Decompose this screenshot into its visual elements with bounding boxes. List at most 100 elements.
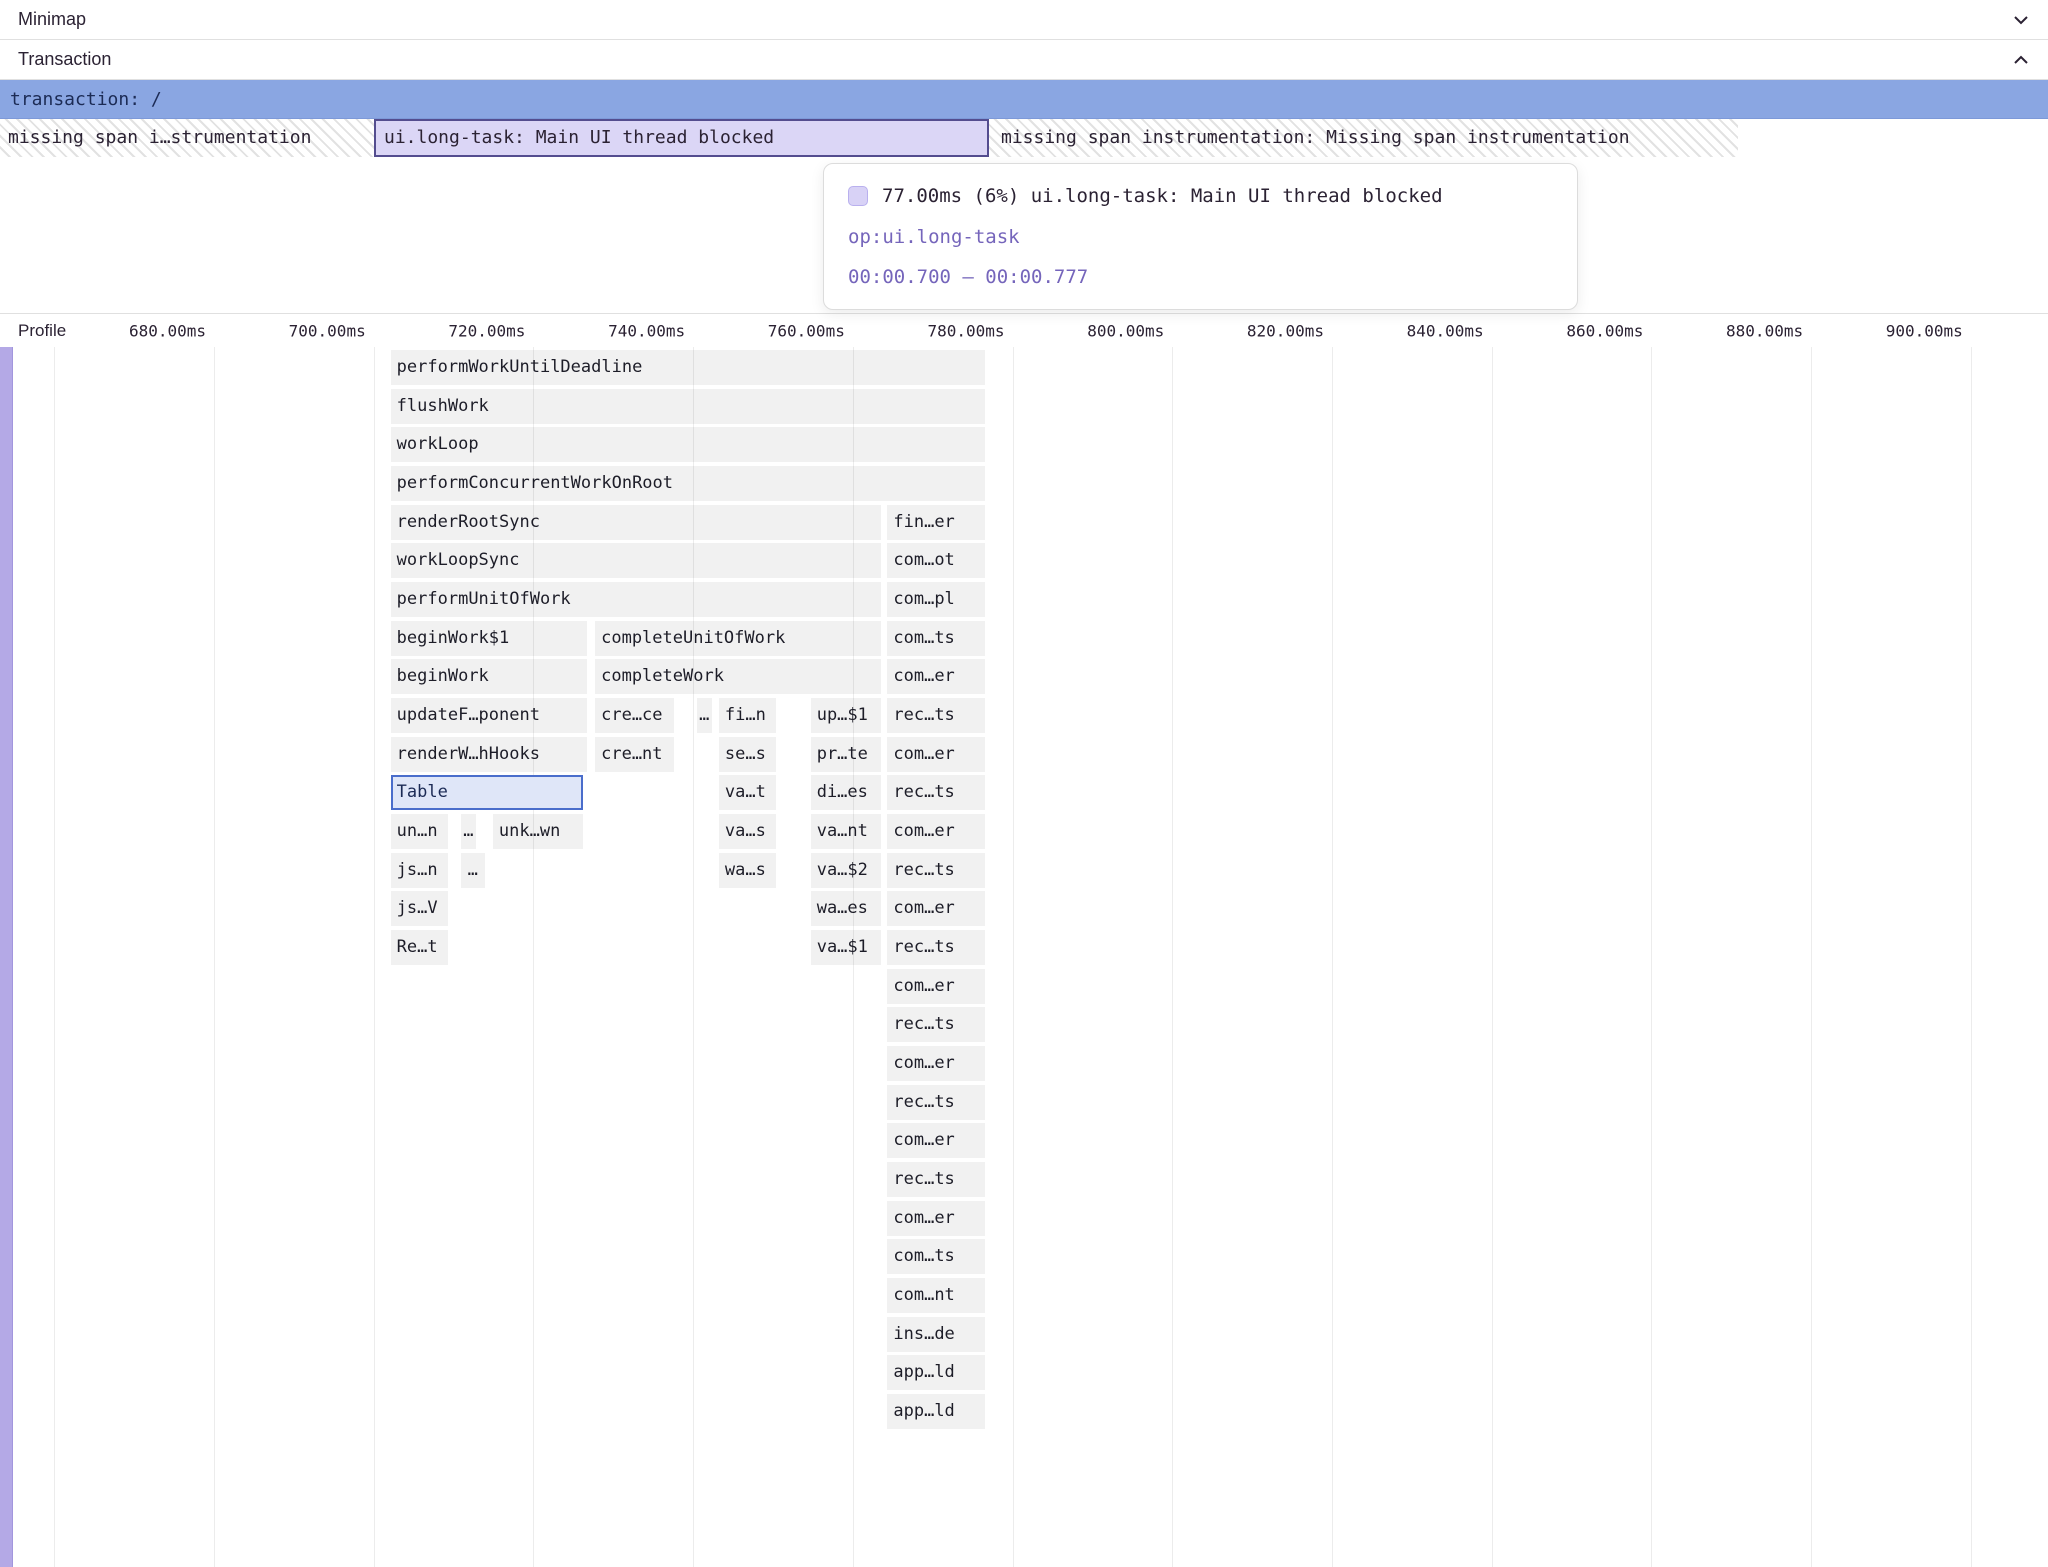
profile-header: Profile 680.00ms700.00ms720.00ms740.00ms…: [0, 313, 2048, 347]
minimap-section-header[interactable]: Minimap: [0, 0, 2048, 40]
transaction-row-label: transaction: /: [10, 89, 162, 110]
time-tick-label: 880.00ms: [1726, 321, 1803, 340]
flame-frame[interactable]: com…er: [887, 659, 985, 694]
transaction-section-header[interactable]: Transaction: [0, 40, 2048, 80]
selected-span[interactable]: ui.long-task: Main UI thread blocked: [374, 119, 989, 157]
flame-frame[interactable]: rec…ts: [887, 775, 985, 810]
flame-frame[interactable]: rec…ts: [887, 698, 985, 733]
flame-frame[interactable]: se…s: [719, 737, 776, 772]
tooltip-range: 00:00.700 — 00:00.777: [848, 266, 1088, 288]
flame-frame[interactable]: …: [461, 814, 476, 849]
gridline: [1492, 347, 1493, 1567]
flame-frame[interactable]: cre…ce: [595, 698, 674, 733]
flame-frame[interactable]: va…$2: [811, 853, 882, 888]
flame-frame[interactable]: js…n: [391, 853, 448, 888]
flame-frame[interactable]: flushWork: [391, 389, 986, 424]
flame-frame[interactable]: completeWork: [595, 659, 881, 694]
flame-frame[interactable]: completeUnitOfWork: [595, 621, 881, 656]
flame-frame[interactable]: Re…t: [391, 930, 448, 965]
profiler-view: Minimap Transaction transaction: / missi…: [0, 0, 2048, 1567]
span-color-swatch-icon: [848, 186, 868, 206]
flame-frame[interactable]: com…pl: [887, 582, 985, 617]
flame-frame[interactable]: …: [461, 853, 485, 888]
flamegraph: performWorkUntilDeadlineflushWorkworkLoo…: [0, 347, 2048, 1567]
flame-frame[interactable]: fi…n: [719, 698, 776, 733]
gridline: [533, 347, 534, 1567]
transaction-row[interactable]: transaction: /: [0, 80, 2048, 119]
gridline: [1013, 347, 1014, 1567]
flame-frame[interactable]: wa…s: [719, 853, 776, 888]
flame-frame[interactable]: ins…de: [887, 1317, 985, 1352]
flame-frame[interactable]: workLoop: [391, 427, 986, 462]
flame-frame[interactable]: com…ts: [887, 1239, 985, 1274]
time-tick-label: 720.00ms: [448, 321, 525, 340]
flame-frame[interactable]: com…er: [887, 1123, 985, 1158]
flame-frame[interactable]: …: [697, 698, 713, 733]
gridline: [214, 347, 215, 1567]
flame-frame[interactable]: rec…ts: [887, 1162, 985, 1197]
flame-frame[interactable]: performUnitOfWork: [391, 582, 882, 617]
time-tick-label: 680.00ms: [129, 321, 206, 340]
span-tooltip: 77.00ms (6%) ui.long-task: Main UI threa…: [823, 163, 1578, 310]
time-tick-label: 860.00ms: [1566, 321, 1643, 340]
time-tick-label: 820.00ms: [1247, 321, 1324, 340]
flame-frame[interactable]: renderRootSync: [391, 505, 882, 540]
time-tick-label: 740.00ms: [608, 321, 685, 340]
tooltip-title: 77.00ms (6%) ui.long-task: Main UI threa…: [882, 185, 1443, 207]
flame-frame[interactable]: com…nt: [887, 1278, 985, 1313]
flame-frame[interactable]: cre…nt: [595, 737, 674, 772]
gridline: [1172, 347, 1173, 1567]
flame-frame[interactable]: unk…wn: [493, 814, 583, 849]
flame-frame[interactable]: com…er: [887, 969, 985, 1004]
flame-frame[interactable]: com…er: [887, 737, 985, 772]
flame-frame[interactable]: pr…te: [811, 737, 882, 772]
flame-frame[interactable]: rec…ts: [887, 1085, 985, 1120]
transaction-label: Transaction: [18, 49, 111, 70]
flame-frame[interactable]: com…er: [887, 814, 985, 849]
gridline: [693, 347, 694, 1567]
time-tick-label: 900.00ms: [1886, 321, 1963, 340]
flame-frame[interactable]: performWorkUntilDeadline: [391, 350, 986, 385]
flame-frame[interactable]: app…ld: [887, 1355, 985, 1390]
flame-frame[interactable]: com…er: [887, 1046, 985, 1081]
spans-row: missing span i…strumentation ui.long-tas…: [0, 119, 2048, 157]
flame-frame[interactable]: un…n: [391, 814, 448, 849]
time-tick-label: 760.00ms: [768, 321, 845, 340]
flame-frame[interactable]: workLoopSync: [391, 543, 882, 578]
flame-frame[interactable]: app…ld: [887, 1394, 985, 1429]
time-tick-label: 780.00ms: [927, 321, 1004, 340]
minimap-label: Minimap: [18, 9, 86, 30]
flame-frame[interactable]: Table: [391, 775, 583, 810]
flame-frame[interactable]: va…$1: [811, 930, 882, 965]
time-tick-label: 800.00ms: [1087, 321, 1164, 340]
flame-frame[interactable]: beginWork$1: [391, 621, 587, 656]
chevron-down-icon[interactable]: [2010, 9, 2032, 31]
time-tick-label: 840.00ms: [1407, 321, 1484, 340]
missing-span-left[interactable]: missing span i…strumentation: [0, 119, 374, 157]
gridline: [1651, 347, 1652, 1567]
profile-label: Profile: [18, 321, 66, 341]
flame-frame[interactable]: va…t: [719, 775, 776, 810]
flame-frame[interactable]: va…nt: [811, 814, 882, 849]
flame-frame[interactable]: va…s: [719, 814, 776, 849]
flame-frame[interactable]: fin…er: [887, 505, 985, 540]
left-edge-frame[interactable]: [0, 347, 13, 1567]
flame-frame[interactable]: wa…es: [811, 891, 882, 926]
flame-frame[interactable]: rec…ts: [887, 1007, 985, 1042]
flame-frame[interactable]: com…er: [887, 1201, 985, 1236]
flame-frame[interactable]: beginWork: [391, 659, 587, 694]
flame-frame[interactable]: up…$1: [811, 698, 882, 733]
missing-span-right[interactable]: missing span instrumentation: Missing sp…: [989, 119, 1738, 157]
flame-frame[interactable]: com…ot: [887, 543, 985, 578]
chevron-up-icon[interactable]: [2010, 49, 2032, 71]
flame-frame[interactable]: com…ts: [887, 621, 985, 656]
flame-frame[interactable]: di…es: [811, 775, 882, 810]
flame-frame[interactable]: rec…ts: [887, 930, 985, 965]
flame-frame[interactable]: updateF…ponent: [391, 698, 587, 733]
flame-frame[interactable]: renderW…hHooks: [391, 737, 587, 772]
flame-frame[interactable]: performConcurrentWorkOnRoot: [391, 466, 986, 501]
flame-frame[interactable]: com…er: [887, 891, 985, 926]
gridline: [1811, 347, 1812, 1567]
flame-frame[interactable]: rec…ts: [887, 853, 985, 888]
flame-frame[interactable]: js…V: [391, 891, 448, 926]
